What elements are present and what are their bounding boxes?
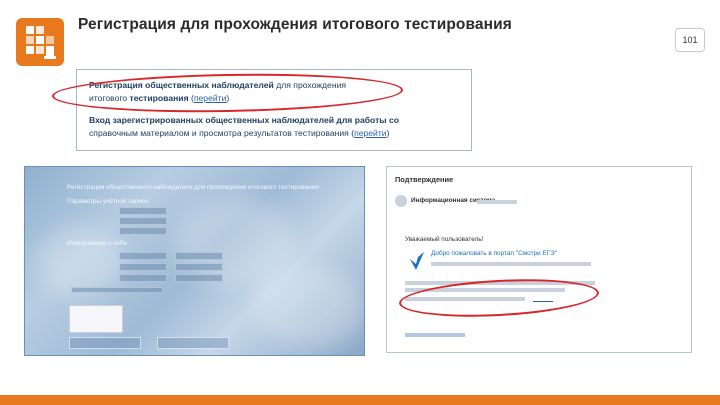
phone-field[interactable]	[175, 263, 223, 271]
login-go-link[interactable]: перейти	[354, 128, 387, 138]
lastname-field[interactable]	[119, 252, 167, 260]
login-field[interactable]	[119, 207, 167, 215]
region-field[interactable]	[175, 252, 223, 260]
company-logo-icon	[16, 18, 64, 66]
sender-avatar	[395, 195, 407, 207]
form-title: Регистрация общественного наблюдателя дл…	[67, 184, 319, 191]
form-section-account: Параметры учётной записи	[67, 198, 149, 205]
register-button[interactable]	[69, 337, 141, 349]
email-subject: Подтверждение	[395, 175, 454, 184]
email-salutation: Уважаемый пользователь!	[405, 236, 484, 243]
captcha-box[interactable]	[69, 305, 123, 333]
email-footer-link[interactable]	[405, 333, 465, 337]
email-welcome: Добро пожаловать в портал "Смотри ЕГЭ"	[431, 250, 558, 257]
confirmation-email-screenshot: Подтверждение Информационная система Ува…	[386, 166, 692, 353]
checkmark-logo-icon	[410, 252, 424, 270]
registration-form-screenshot: Регистрация общественного наблюдателя дл…	[24, 166, 365, 356]
login-link-text: Вход зарегистрированных общественных наб…	[89, 115, 400, 125]
agreement-checkbox[interactable]	[71, 287, 163, 293]
firstname-field[interactable]	[119, 263, 167, 271]
password-field[interactable]	[119, 217, 167, 225]
cancel-button[interactable]	[157, 337, 229, 349]
accent-bottom-bar	[0, 395, 720, 405]
middlename-field[interactable]	[119, 274, 167, 282]
form-section-info: Информация о себе	[67, 240, 128, 247]
confirm-password-field[interactable]	[119, 227, 167, 235]
page-title: Регистрация для прохождения итогового те…	[78, 16, 512, 33]
page-number-badge: 101	[675, 28, 705, 52]
email-field[interactable]	[175, 274, 223, 282]
